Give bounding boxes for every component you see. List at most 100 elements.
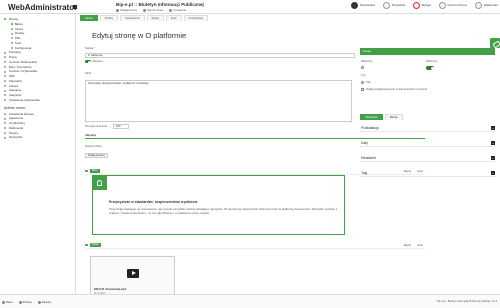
description-textarea[interactable]: Informacje, bezpieczeństwo, wydajność i …	[85, 80, 352, 122]
add-element-button[interactable]: Dodaj element	[85, 153, 108, 158]
help-center-label: Centrum Pomocy	[447, 4, 468, 7]
section-subcatalogs[interactable]: Podkatalogi +	[360, 124, 495, 132]
tab-page[interactable]: Strona	[80, 15, 98, 21]
visible-radio[interactable]	[361, 66, 364, 69]
sidebar-item-label: Ankiety	[9, 83, 19, 88]
preview-checkbox[interactable]	[361, 88, 364, 91]
name-input[interactable]: O platformie	[85, 53, 355, 58]
expand-icon[interactable]: +	[491, 126, 495, 130]
block-video-header: Wideo Edytuj Usuń	[85, 242, 425, 249]
tab-permissions[interactable]: Uprawnienia	[120, 15, 145, 21]
help-icon	[438, 2, 446, 9]
menu-bullet-icon	[10, 23, 13, 26]
footer-links: Dane Zmiany Zasoby	[2, 300, 51, 304]
published-label: Aktywna	[92, 60, 103, 63]
expand-icon[interactable]: +	[491, 156, 495, 160]
changes-link[interactable]: Rejestr zmian	[143, 9, 163, 12]
menu-bullet-icon	[4, 51, 6, 54]
help-center-button[interactable]: Centrum Pomocy	[438, 2, 468, 9]
footer-link-data[interactable]: Dane	[2, 300, 13, 304]
tab-edit[interactable]: Edytuj	[146, 15, 164, 21]
settings-tabs: Ustawienia Wersje	[360, 114, 403, 120]
site-title: Bip-e.pl :: Biuletyn Informacji Publiczn…	[116, 2, 204, 7]
drag-handle-icon[interactable]	[85, 243, 88, 247]
folder-icon	[37, 300, 41, 304]
sidebar-item-label: Zgłoszenia	[9, 116, 23, 121]
options-header: Opcje	[360, 48, 495, 55]
expand-icon[interactable]: +	[491, 141, 495, 145]
link-icon[interactable]	[490, 38, 500, 48]
user-menu[interactable]: Administrator	[351, 2, 375, 9]
top-bar: Web + Administrator Bip-e.pl :: Biuletyn I…	[0, 0, 500, 14]
compass-icon	[383, 2, 391, 9]
sidebar-item-label: Menu	[15, 21, 23, 26]
drag-handle-icon[interactable]	[85, 169, 88, 173]
tab-configuration[interactable]: Konfiguracja	[183, 15, 209, 21]
visible-toggle[interactable]	[426, 66, 434, 70]
sidebar-item-label: Buty i Formularze	[9, 64, 32, 69]
avatar-icon	[351, 2, 359, 9]
menu-bullet-icon	[4, 56, 6, 59]
published-toggle[interactable]	[85, 60, 91, 64]
tab-trash[interactable]: Kosz	[165, 15, 182, 21]
app-logo[interactable]: Web + Administrator	[8, 3, 78, 12]
expand-icon[interactable]: +	[491, 171, 495, 175]
menu-bullet-icon	[4, 84, 6, 87]
sidebar-item-label: Pluginy	[9, 130, 19, 135]
guide-button[interactable]: Przewodnik	[383, 2, 405, 9]
sidebar-item-label: Statystyki	[9, 93, 22, 97]
menu-bullet-icon	[4, 94, 6, 97]
preview-link[interactable]: Podgląd strony	[116, 9, 137, 12]
menu-bullet-icon	[4, 75, 6, 78]
visible-label-2: Widoczny	[426, 60, 438, 63]
menu-bullet-icon	[10, 46, 13, 49]
section-label: Podkatalogi	[361, 126, 379, 130]
sidebar-item-label: Ustawienia bieżące	[9, 111, 34, 116]
type-radio-label: Tak	[366, 81, 371, 84]
sidebar-item-label: Użytkownicy	[9, 121, 26, 125]
menu-bullet-icon	[4, 117, 6, 120]
type-radio[interactable]	[361, 81, 364, 84]
logout-button[interactable]: Wyloguj	[413, 2, 431, 9]
user-name: Administrator	[359, 4, 376, 7]
video-card[interactable]: BIP-E.PL Prezentacja.mp4 01.02.2024	[90, 256, 175, 299]
sidebar-item-17[interactable]: Ustawienia użytkownika	[0, 98, 75, 103]
tab-settings[interactable]: Ustawienia	[360, 114, 383, 120]
logout-label: Wyloguj	[421, 4, 431, 7]
settings-link[interactable]: Ustawienia	[169, 9, 186, 12]
section-dates[interactable]: Daty +	[360, 139, 495, 147]
order-input[interactable]: 100	[113, 124, 129, 129]
sidebar-item-label: Wiki	[9, 74, 15, 78]
footer-link-changes[interactable]: Zmiany	[18, 300, 32, 304]
info-card-tag	[92, 175, 107, 190]
section-label: Tagi	[361, 171, 368, 175]
edit-block-button[interactable]: Edytuj	[404, 244, 411, 247]
footer-version: bip-e.pl – Biuletyn Informacji Publiczne…	[436, 300, 497, 303]
sidebar-item-label: Strony	[9, 17, 19, 21]
section-metadata[interactable]: Metadane +	[360, 154, 495, 162]
footer: Dane Zmiany Zasoby bip-e.pl – Biuletyn I…	[0, 294, 500, 308]
data-icon	[2, 300, 5, 304]
slug-label: Skrót	[85, 72, 92, 75]
footer-link-resources[interactable]: Zasoby	[37, 300, 51, 304]
sidebar-item-label: Moduły	[15, 31, 25, 36]
info-card-title: Przejrzystość w standardzie, bezpieczeńs…	[109, 200, 199, 204]
delete-block-button[interactable]: Usuń	[417, 244, 423, 247]
menu-bullet-icon	[10, 42, 13, 45]
play-icon[interactable]	[127, 269, 139, 278]
menu-bullet-icon	[4, 122, 6, 125]
sidebar-item-label: Multimedia	[9, 125, 23, 130]
section-tags[interactable]: Tagi +	[360, 169, 495, 177]
block-actions: Edytuj Usuń	[404, 244, 425, 247]
menu-bullet-icon	[4, 18, 6, 21]
name-label: Nazwa *	[85, 47, 96, 50]
video-title: BIP-E.PL Prezentacja.mp4	[94, 288, 127, 291]
preview-link-label: Podgląd strony	[120, 9, 138, 12]
sidebar-item-label: Kategorie	[9, 88, 22, 93]
type-label: Typ	[361, 74, 366, 77]
sidebar-item-admin-5[interactable]: Narzędzia	[0, 135, 75, 140]
changes-icon	[18, 300, 22, 304]
messages-button[interactable]: Wiadomości	[475, 2, 498, 9]
tab-versions[interactable]: Wersje	[384, 114, 403, 120]
tab-changes[interactable]: Zmiany	[99, 15, 119, 21]
